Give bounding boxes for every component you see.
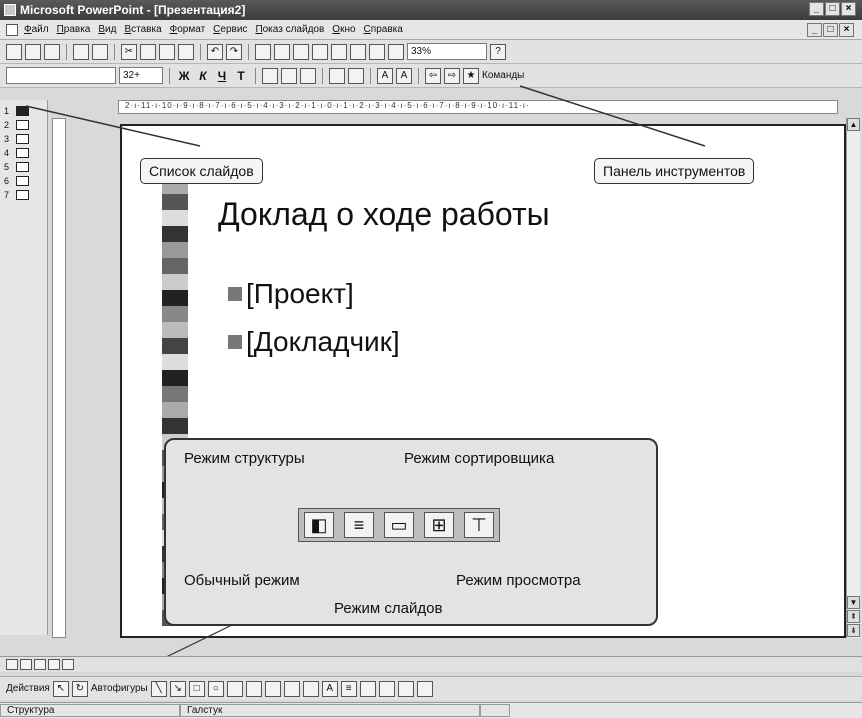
view-strip — [0, 656, 862, 672]
status-view: Структура — [0, 704, 180, 717]
label-show-view: Режим просмотра — [456, 572, 581, 589]
callout-slide-list: Список слайдов — [140, 158, 263, 184]
label-slide-view: Режим слайдов — [334, 600, 443, 617]
slideshow-view-icon[interactable] — [62, 659, 74, 670]
spell-status-icon — [480, 704, 510, 717]
shadow-icon[interactable] — [397, 680, 414, 697]
view-modes-panel: Режим структуры Режим сортировщика ◧ ≡ ▭… — [164, 438, 658, 626]
normal-view-icon[interactable]: ◧ — [304, 512, 334, 538]
rectangle-icon[interactable]: □ — [188, 680, 205, 697]
font-color-icon[interactable]: A — [321, 680, 338, 697]
arrow-style-icon[interactable] — [378, 680, 395, 697]
label-outline-view: Режим структуры — [184, 450, 305, 467]
dash-style-icon[interactable] — [359, 680, 376, 697]
line-style-icon[interactable]: ≡ — [340, 680, 357, 697]
sorter-view-icon[interactable]: ⊞ — [424, 512, 454, 538]
drawing-toolbar: Действия ↖ ↻ Автофигуры ╲ ↘ □ ○ A ≡ — [0, 676, 862, 700]
normal-view-icon[interactable] — [6, 659, 18, 670]
slide-view-icon[interactable] — [34, 659, 46, 670]
clipart-icon[interactable] — [264, 680, 281, 697]
pointer-icon[interactable]: ↖ — [52, 680, 69, 697]
oval-icon[interactable]: ○ — [207, 680, 224, 697]
label-normal-view: Обычный режим — [184, 572, 300, 589]
view-buttons: ◧ ≡ ▭ ⊞ ⊤ — [298, 508, 500, 542]
textbox-icon[interactable] — [226, 680, 243, 697]
outline-view-icon[interactable] — [20, 659, 32, 670]
slide-view-icon[interactable]: ▭ — [384, 512, 414, 538]
status-design: Галстук — [180, 704, 480, 717]
callout-toolbar: Панель инструментов — [594, 158, 755, 184]
actions-menu[interactable]: Действия — [6, 683, 50, 694]
line-color-icon[interactable] — [302, 680, 319, 697]
status-bar: Структура Галстук — [0, 702, 862, 718]
line-icon[interactable]: ╲ — [150, 680, 167, 697]
label-sorter-view: Режим сортировщика — [404, 450, 555, 467]
arrow-icon[interactable]: ↘ — [169, 680, 186, 697]
wordart-icon[interactable] — [245, 680, 262, 697]
fill-color-icon[interactable] — [283, 680, 300, 697]
outline-view-icon[interactable]: ≡ — [344, 512, 374, 538]
autoshapes-menu[interactable]: Автофигуры — [91, 683, 148, 694]
rotate-icon[interactable]: ↻ — [71, 680, 88, 697]
sorter-view-icon[interactable] — [48, 659, 60, 670]
3d-icon[interactable] — [416, 680, 433, 697]
slideshow-view-icon[interactable]: ⊤ — [464, 512, 494, 538]
